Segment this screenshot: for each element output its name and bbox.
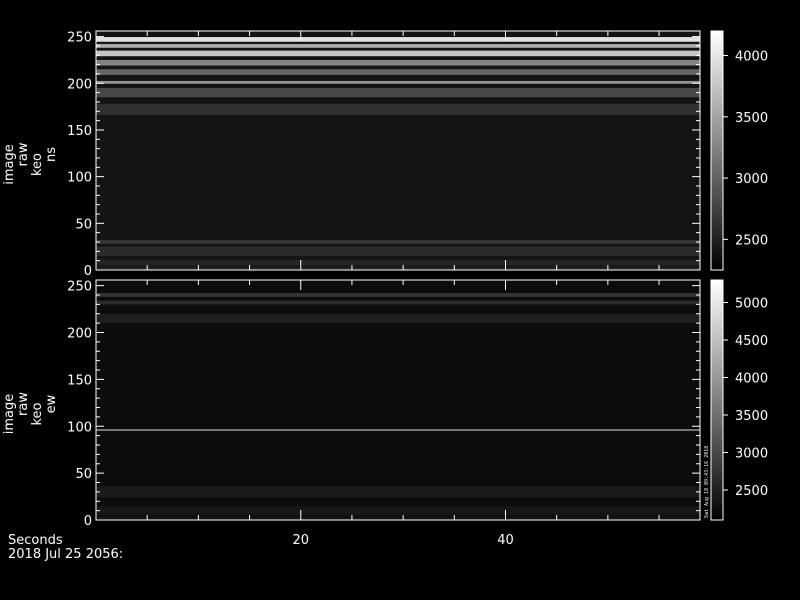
colorbar-tick-label-4000: 4000 xyxy=(735,372,768,387)
heatmap-band-6 xyxy=(96,505,700,516)
y-axis-label-raw: raw xyxy=(16,142,31,166)
colorbar-tick-label-4000: 4000 xyxy=(735,50,768,65)
y-tick-label-0: 0 xyxy=(84,264,92,279)
y-tick-label-200: 200 xyxy=(67,77,92,92)
heatmap-band-6 xyxy=(96,80,700,84)
x-tick-label-40: 40 xyxy=(497,533,514,548)
panel-2: 0 50 100 150 200 250 image raw keo ew 2500 3000 3500… xyxy=(2,279,768,529)
y-tick-label-50: 50 xyxy=(75,467,92,482)
y-axis-label-raw: raw xyxy=(16,392,31,416)
y-axis-label-ew: ew xyxy=(44,394,59,413)
y-axis-label-image: image xyxy=(2,144,17,185)
y-tick-label-0: 0 xyxy=(84,514,92,529)
colorbar-tick-label-3500: 3500 xyxy=(735,409,768,424)
y-tick-label-100: 100 xyxy=(67,171,92,186)
heatmap-band-4 xyxy=(96,429,700,431)
heatmap-background xyxy=(96,31,700,270)
x-axis-label: Seconds xyxy=(8,533,63,548)
y-tick-label-50: 50 xyxy=(75,217,92,232)
timestamp-stamp: Sat Aug 18 09:43:16 2018 xyxy=(704,446,710,518)
heatmap-band-4 xyxy=(96,59,700,66)
colorbar-tick-label-5000: 5000 xyxy=(735,297,768,312)
colorbar-tick-label-3500: 3500 xyxy=(735,111,768,126)
heatmap-band-3 xyxy=(96,313,700,324)
heatmap-band-2 xyxy=(96,300,700,305)
y-tick-label-250: 250 xyxy=(67,280,92,295)
y-tick-label-150: 150 xyxy=(67,373,92,388)
heatmap-band-11 xyxy=(96,259,700,266)
heatmap-band-9 xyxy=(96,240,700,244)
heatmap-band-5 xyxy=(96,486,700,498)
colorbar xyxy=(710,30,724,271)
heatmap-band-3 xyxy=(96,50,700,57)
y-axis-label-keo: keo xyxy=(30,402,45,425)
heatmap-band-8 xyxy=(96,103,700,116)
colorbar xyxy=(710,279,724,521)
keogram-figure: 050100150200250image raw keo ns250030003500… xyxy=(2,30,768,562)
colorbar-tick-label-2500: 2500 xyxy=(735,484,768,499)
colorbar-tick-label-3000: 3000 xyxy=(735,172,768,187)
y-axis-label-ns: ns xyxy=(44,147,59,162)
colorbar-tick-label-3000: 3000 xyxy=(735,447,768,462)
heatmap-band-7 xyxy=(96,87,700,98)
heatmap-band-7 xyxy=(96,516,700,520)
y-tick-label-250: 250 xyxy=(67,31,92,46)
heatmap-band-5 xyxy=(96,69,700,75)
y-tick-label-100: 100 xyxy=(67,420,92,435)
panel-1: 0 50 100 150 200 250 image raw keo ns 2500 3000 3500… xyxy=(2,30,768,279)
heatmap-band-12 xyxy=(96,266,700,270)
colorbar-tick-label-4500: 4500 xyxy=(735,334,768,349)
colorbar-tick-label-2500: 2500 xyxy=(735,233,768,248)
heatmap-band-1 xyxy=(96,293,700,297)
y-axis-label-image: image xyxy=(2,394,17,435)
y-axis-label-keo: keo xyxy=(30,153,45,176)
y-tick-label-150: 150 xyxy=(67,124,92,139)
date-label: 2018 Jul 25 2056: xyxy=(8,547,123,562)
heatmap-band-10 xyxy=(96,246,700,256)
heatmap-band-1 xyxy=(96,37,700,42)
y-tick-label-200: 200 xyxy=(67,327,92,342)
x-tick-label-20: 20 xyxy=(292,533,309,548)
heatmap-band-2 xyxy=(96,44,700,48)
